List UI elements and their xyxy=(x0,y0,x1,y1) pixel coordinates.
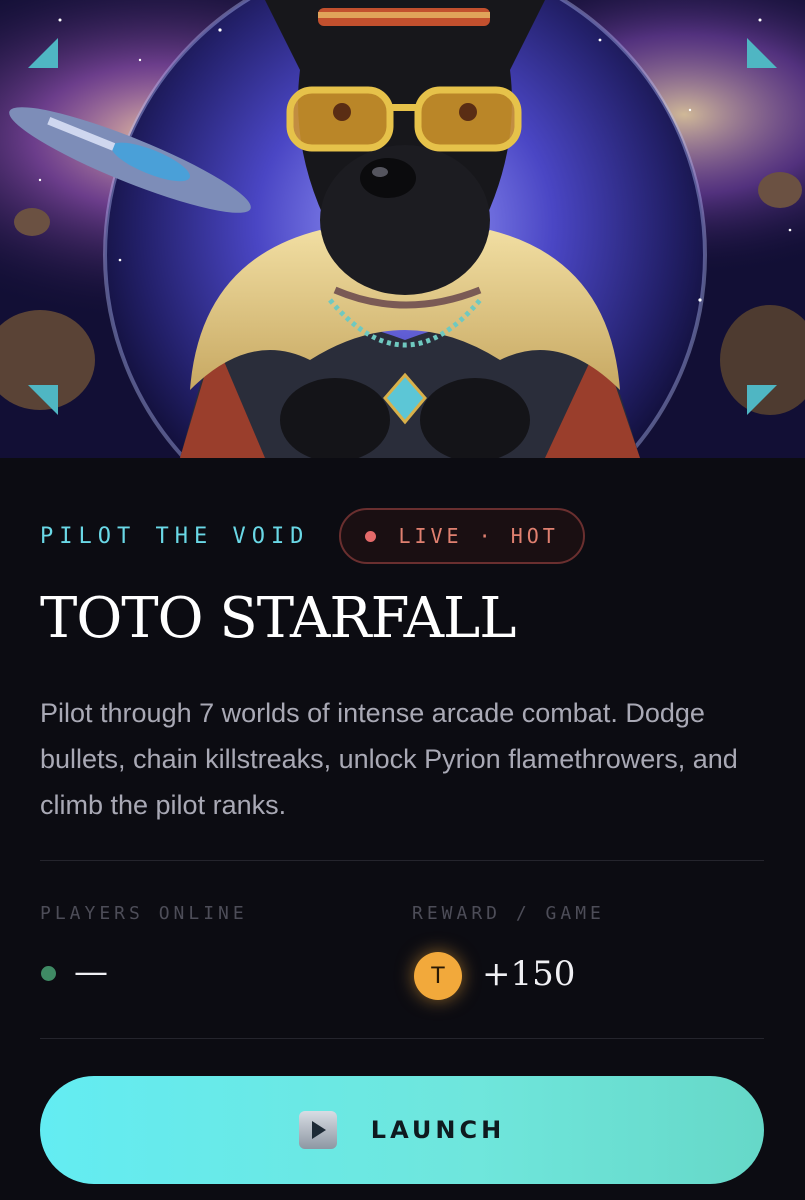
game-description: Pilot through 7 worlds of intense arcade… xyxy=(40,698,738,820)
players-online-label: PLAYERS ONLINE xyxy=(40,903,248,924)
meta-row: PILOT THE VOID LIVE · HOT xyxy=(40,508,585,564)
game-title: TOTO STARFALL xyxy=(40,586,516,651)
launch-button[interactable]: LAUNCH xyxy=(40,1076,764,1184)
corner-bracket-icon xyxy=(28,38,58,68)
launch-button-label: LAUNCH xyxy=(370,1116,506,1144)
corner-bracket-icon xyxy=(747,38,777,68)
divider xyxy=(40,860,764,861)
divider xyxy=(40,1038,764,1039)
online-dot-icon xyxy=(41,966,56,981)
status-badge: LIVE · HOT xyxy=(339,508,585,564)
status-badge-label: LIVE · HOT xyxy=(398,524,559,548)
token-coin-icon: T xyxy=(414,952,462,1000)
hero-illustration xyxy=(0,0,805,458)
corner-bracket-icon xyxy=(28,385,58,415)
play-icon xyxy=(298,1111,337,1149)
players-online-value: — xyxy=(74,952,108,992)
reward-value: +150 xyxy=(482,954,576,994)
eyebrow-tagline: PILOT THE VOID xyxy=(40,523,310,549)
hero-artwork xyxy=(0,0,805,458)
live-dot-icon xyxy=(365,530,377,542)
reward-label: REWARD / GAME xyxy=(412,903,605,924)
game-card: PILOT THE VOID LIVE · HOT TOTO STARFALL … xyxy=(0,458,805,1200)
corner-bracket-icon xyxy=(747,385,777,415)
